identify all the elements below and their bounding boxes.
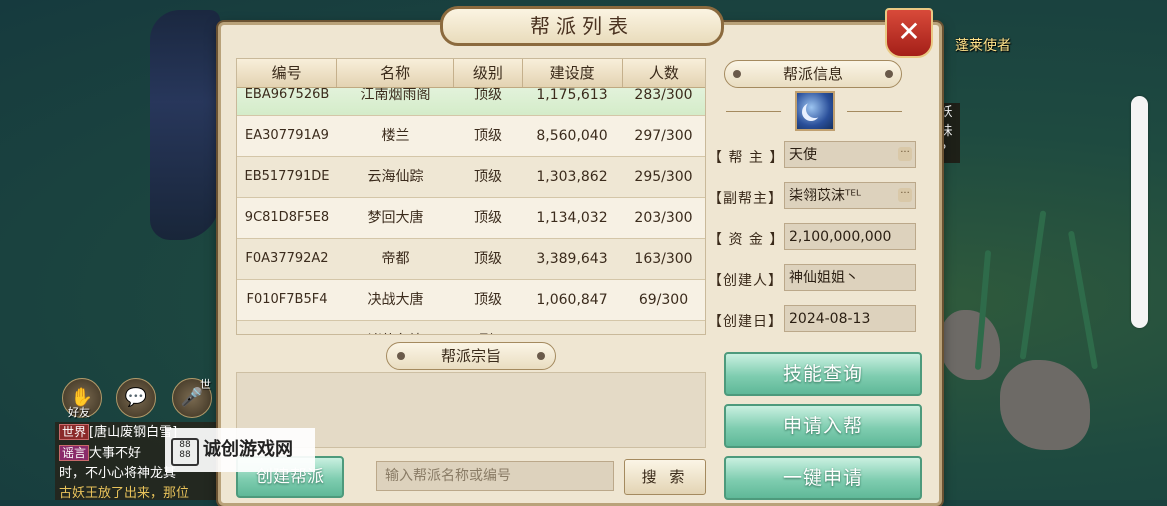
guild-name: 楼兰 bbox=[381, 128, 410, 144]
guild-id: F0A37792A2 bbox=[245, 251, 329, 266]
guild-build: 1,334,387 bbox=[522, 321, 622, 334]
guild-members: 203/300 bbox=[634, 210, 693, 226]
guild-id: 18DB779541 bbox=[237, 321, 337, 334]
guild-level: 顶级 bbox=[474, 169, 502, 185]
one-click-apply-button[interactable]: 一键申请 bbox=[724, 456, 922, 500]
guild-name: 梦回大唐 bbox=[367, 210, 424, 226]
guild-emblem-icon[interactable] bbox=[795, 91, 835, 131]
chat-message: 古妖王放了出来，那位 bbox=[59, 486, 190, 500]
guild-build: 3,389,643 bbox=[536, 251, 608, 267]
chat-bubble-icon[interactable]: 💬 bbox=[116, 378, 156, 418]
window-title: 帮派列表 bbox=[440, 6, 724, 46]
guild-name: 决战大唐 bbox=[367, 292, 424, 308]
background-seaweed bbox=[1067, 230, 1099, 370]
background-rock bbox=[940, 310, 1000, 380]
divider bbox=[847, 111, 902, 112]
message-icon[interactable]: ··· bbox=[898, 147, 912, 161]
guild-members: 69/300 bbox=[638, 292, 689, 308]
background-rock bbox=[1000, 360, 1090, 450]
vice-leader-value: 柒翎苡沫ᵀᴱᴸ ··· bbox=[784, 182, 916, 209]
guild-members: 297/300 bbox=[634, 128, 693, 144]
created-date-value: 2024-08-13 bbox=[784, 305, 916, 332]
guild-build: 1,060,847 bbox=[536, 292, 608, 308]
guild-id: EA307791A9 bbox=[245, 128, 329, 143]
chat-message: [唐山废钢白雪] bbox=[89, 425, 178, 440]
guild-level: 顶级 bbox=[474, 292, 502, 308]
voice-channel-label: 世 bbox=[200, 378, 211, 391]
guild-level: 顶级 bbox=[454, 321, 522, 334]
creator-label: 【创建人】 bbox=[708, 273, 783, 289]
vice-leader-label: 【副帮主】 bbox=[708, 191, 783, 207]
skill-query-button[interactable]: 技能查询 bbox=[724, 352, 922, 396]
table-row[interactable]: F010F7B5F4 决战大唐 顶级 1,060,847 69/300 bbox=[237, 280, 705, 321]
table-row[interactable]: 18DB779541 …诸仙争锋… 顶级 1,334,387 160/300 bbox=[237, 321, 705, 334]
background-seaweed bbox=[1019, 210, 1047, 360]
guild-purpose-title: 帮派宗旨 bbox=[386, 342, 556, 370]
close-button[interactable]: ✕ bbox=[885, 8, 933, 58]
column-header-build: 建设度 bbox=[523, 59, 623, 87]
divider bbox=[726, 111, 781, 112]
guild-build: 8,560,040 bbox=[536, 128, 608, 144]
search-button[interactable]: 搜 索 bbox=[624, 459, 706, 495]
table-header: 编号 名称 级别 建设度 人数 bbox=[237, 59, 705, 88]
chat-message: 大事不好 bbox=[89, 446, 142, 461]
table-row[interactable]: 9C81D8F5E8 梦回大唐 顶级 1,134,032 203/300 bbox=[237, 198, 705, 239]
guild-members: 163/300 bbox=[634, 251, 693, 267]
guild-level: 顶级 bbox=[474, 128, 502, 144]
guild-search-input[interactable] bbox=[376, 461, 614, 491]
guild-id: EB517791DE bbox=[244, 169, 330, 184]
guild-name: …诸仙争锋… bbox=[337, 321, 454, 334]
leader-label: 【 帮 主 】 bbox=[708, 150, 785, 166]
created-date-label: 【创建日】 bbox=[708, 314, 783, 330]
table-row[interactable]: F0A37792A2 帝都 顶级 3,389,643 163/300 bbox=[237, 239, 705, 280]
column-header-members: 人数 bbox=[648, 64, 679, 82]
message-icon[interactable]: ··· bbox=[898, 188, 912, 202]
guild-id: F010F7B5F4 bbox=[246, 292, 328, 307]
creator-value: 神仙姐姐丶 bbox=[784, 264, 916, 291]
guild-level: 顶级 bbox=[474, 210, 502, 226]
background-creature bbox=[150, 10, 220, 240]
guild-name: 云海仙踪 bbox=[367, 169, 424, 185]
column-header-id: 编号 bbox=[237, 59, 338, 87]
funds-label: 【 资 金 】 bbox=[708, 232, 785, 248]
close-icon: ✕ bbox=[897, 15, 921, 48]
watermark-logo-icon: 88 88 bbox=[171, 438, 199, 466]
scrollbar[interactable] bbox=[1131, 96, 1148, 328]
guild-build: 1,134,032 bbox=[536, 210, 608, 226]
guild-members: 295/300 bbox=[634, 169, 693, 185]
guild-build: 1,303,862 bbox=[536, 169, 608, 185]
chat-channel-tag: 谣言 bbox=[59, 445, 90, 461]
guild-level: 顶级 bbox=[474, 251, 502, 267]
friends-label: 好友 bbox=[68, 406, 90, 419]
guild-table[interactable]: EBA967526B 江南烟雨阁 顶级 1,175,613 283/300 EA… bbox=[236, 58, 706, 335]
guild-info-title: 帮派信息 bbox=[724, 60, 902, 88]
guild-members: 160/300 bbox=[622, 321, 705, 334]
guild-name: 帝都 bbox=[381, 251, 410, 267]
apply-join-button[interactable]: 申请入帮 bbox=[724, 404, 922, 448]
column-header-name: 名称 bbox=[337, 59, 455, 87]
table-row[interactable]: EA307791A9 楼兰 顶级 8,560,040 297/300 bbox=[237, 116, 705, 157]
chat-channel-tag: 世界 bbox=[59, 424, 90, 440]
leader-value: 天使 ··· bbox=[784, 141, 916, 168]
table-row[interactable]: EB517791DE 云海仙踪 顶级 1,303,862 295/300 bbox=[237, 157, 705, 198]
funds-value: 2,100,000,000 bbox=[784, 223, 916, 250]
column-header-level: 级别 bbox=[454, 59, 523, 87]
guild-id: 9C81D8F5E8 bbox=[244, 210, 330, 225]
watermark: 88 88 诚创游戏网 bbox=[165, 428, 315, 472]
guild-table-body[interactable]: EBA967526B 江南烟雨阁 顶级 1,175,613 283/300 EA… bbox=[237, 75, 705, 334]
npc-name-label[interactable]: 蓬莱使者 bbox=[955, 35, 1011, 55]
